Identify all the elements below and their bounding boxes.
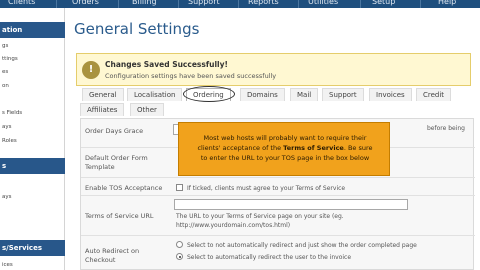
nav-clients[interactable]: Clients <box>8 0 35 8</box>
redirect-option-none-radio[interactable] <box>176 241 183 248</box>
sidebar-item[interactable]: Roles <box>2 138 17 144</box>
tooltip-line2-bold: Terms of Service <box>283 144 344 152</box>
tab-support[interactable]: Support <box>322 88 364 101</box>
top-nav: Clients Orders Billing Support Reports U… <box>0 0 480 8</box>
tos-tooltip: Most web hosts will probably want to req… <box>178 122 390 176</box>
sidebar-item[interactable]: gs <box>2 43 8 49</box>
nav-separator <box>56 0 57 8</box>
tooltip-line1: Most web hosts will probably want to req… <box>203 134 367 142</box>
nav-support[interactable]: Support <box>188 0 220 8</box>
nav-billing[interactable]: Billing <box>132 0 157 8</box>
nav-separator <box>298 0 299 8</box>
sidebar-section-2: s <box>0 158 65 174</box>
tab-other[interactable]: Other <box>130 103 164 116</box>
tab-general[interactable]: General <box>82 88 124 101</box>
sidebar-section-configuration: ation <box>0 22 65 38</box>
sidebar: ation gs ttings es on s Fields ays Roles… <box>0 8 65 270</box>
tab-affiliates[interactable]: Affiliates <box>80 103 125 116</box>
order-days-grace-help: before being <box>427 125 465 132</box>
tab-credit[interactable]: Credit <box>416 88 452 101</box>
tab-domains[interactable]: Domains <box>240 88 285 101</box>
sidebar-section-products-services: s/Services <box>0 240 65 256</box>
nav-separator <box>238 0 239 8</box>
nav-help[interactable]: Help <box>438 0 456 8</box>
tab-ordering[interactable]: Ordering <box>186 88 231 101</box>
nav-orders[interactable]: Orders <box>72 0 99 8</box>
tab-localisation[interactable]: Localisation <box>127 88 183 101</box>
sidebar-item[interactable]: ays <box>2 194 12 200</box>
nav-reports[interactable]: Reports <box>248 0 279 8</box>
auto-redirect-label-line1: Auto Redirect on <box>85 247 140 255</box>
tooltip-line3: to enter the URL to your TOS page in the… <box>200 154 370 162</box>
sidebar-item[interactable]: ices <box>2 262 13 268</box>
redirect-option-invoice-radio[interactable] <box>176 253 183 260</box>
row-divider <box>81 177 475 178</box>
tab-invoices[interactable]: Invoices <box>369 88 412 101</box>
redirect-option-invoice-label: Select to automatically redirect the use… <box>187 254 352 261</box>
tos-url-help-line1: The URL to your Terms of Service page on… <box>176 213 344 220</box>
success-text: Configuration settings have been saved s… <box>105 72 277 80</box>
default-template-label-line2: Template <box>85 163 115 171</box>
auto-redirect-label-line2: Checkout <box>85 256 116 264</box>
sidebar-item[interactable]: ays <box>2 124 12 130</box>
nav-setup[interactable]: Setup <box>372 0 395 8</box>
tos-url-help-line2: http://www.yourdomain.com/tos.html) <box>176 222 291 229</box>
page-title: General Settings <box>74 20 200 38</box>
sidebar-item[interactable]: s Fields <box>2 110 22 116</box>
nav-separator <box>118 0 119 8</box>
tooltip-line2-pre: clients' acceptance of the <box>197 144 284 152</box>
tab-mail[interactable]: Mail <box>290 88 319 101</box>
enable-tos-label: Enable TOS Acceptance <box>85 184 163 192</box>
sidebar-item[interactable]: ttings <box>2 56 18 62</box>
success-title: Changes Saved Successfully! <box>105 60 228 69</box>
redirect-option-none-label: Select to not automatically redirect and… <box>187 242 417 249</box>
row-divider <box>81 195 475 196</box>
nav-separator <box>178 0 179 8</box>
sidebar-item[interactable]: on <box>2 83 9 89</box>
tooltip-line2-post: . Be sure <box>343 144 373 152</box>
default-template-label-line1: Default Order Form <box>85 154 148 162</box>
info-icon: ! <box>82 61 100 79</box>
tooltip-line2: clients' acceptance of the Terms of Serv… <box>179 144 391 152</box>
order-days-grace-label: Order Days Grace <box>85 127 144 135</box>
sidebar-item[interactable]: es <box>2 69 8 75</box>
nav-separator <box>360 0 361 8</box>
row-divider <box>81 235 475 236</box>
success-message: ! Changes Saved Successfully! Configurat… <box>76 53 471 86</box>
enable-tos-help: If ticked, clients must agree to your Te… <box>187 185 346 192</box>
nav-separator <box>420 0 421 8</box>
nav-utilities[interactable]: Utilities <box>308 0 338 8</box>
app-window: Clients Orders Billing Support Reports U… <box>0 0 480 270</box>
tos-url-label: Terms of Service URL <box>85 212 154 220</box>
enable-tos-checkbox[interactable] <box>176 184 183 191</box>
tos-url-input[interactable] <box>174 199 408 210</box>
